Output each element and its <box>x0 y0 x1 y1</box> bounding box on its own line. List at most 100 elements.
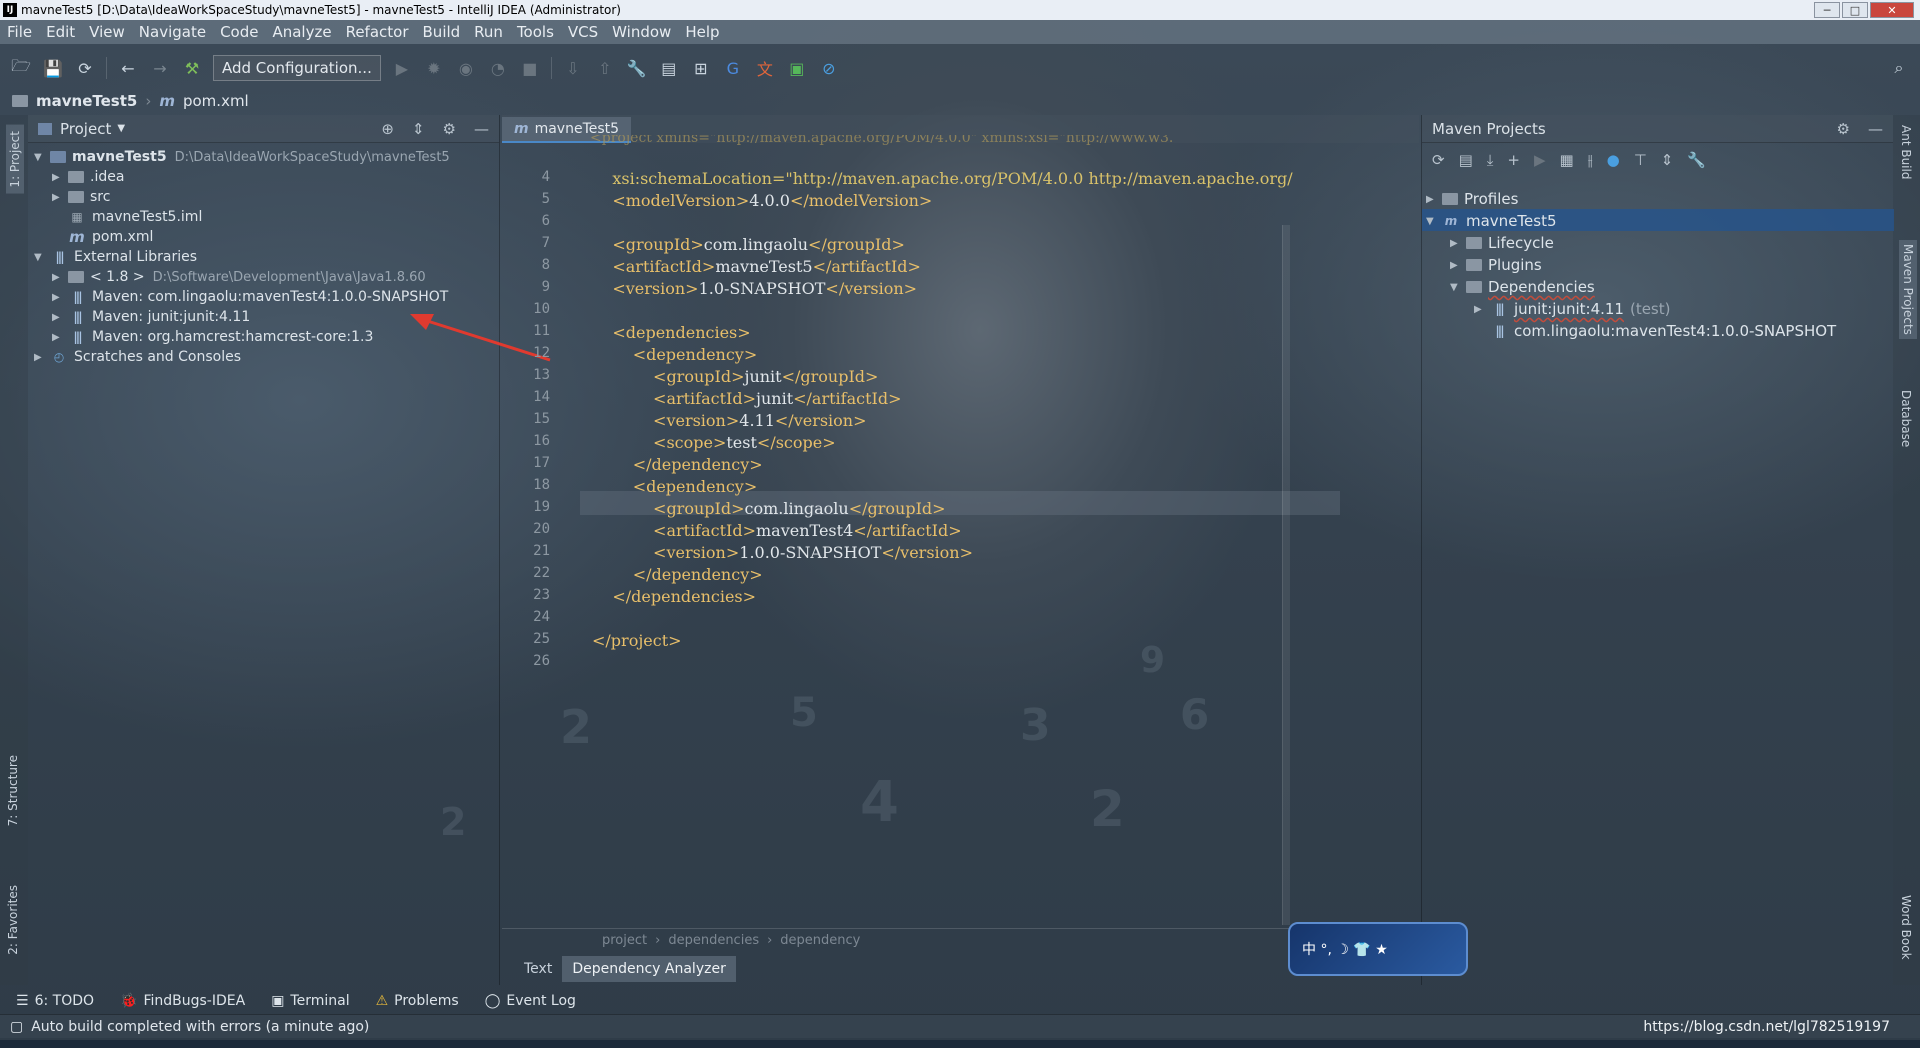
back-arrow-icon[interactable]: ← <box>117 57 139 79</box>
collapsed-arrow-icon[interactable]: ▶ <box>52 332 68 343</box>
sdk-manager-icon[interactable]: ⊞ <box>690 57 712 79</box>
add-icon[interactable]: + <box>1507 151 1520 169</box>
maven-tree-plugins[interactable]: ▶ Plugins <box>1450 253 1542 277</box>
locate-target-icon[interactable]: ⊕ <box>381 120 394 138</box>
collapsed-arrow-icon[interactable]: ▶ <box>52 312 68 323</box>
expanded-arrow-icon[interactable]: ▼ <box>1426 216 1442 227</box>
run-icon[interactable]: ▶ <box>391 57 413 79</box>
terminal-tool-button[interactable]: ▣ Terminal <box>271 993 349 1009</box>
tree-item-scratches[interactable]: ▶ ◴ Scratches and Consoles <box>34 345 241 369</box>
translate-alt-icon[interactable]: 文 <box>754 57 776 79</box>
collapsed-arrow-icon[interactable]: ▶ <box>52 172 68 183</box>
word-book-tool-tab[interactable]: Word Book <box>1899 895 1913 960</box>
maven-tree-project[interactable]: ▼ m mavneTest5 <box>1426 209 1557 233</box>
maximize-button[interactable]: □ <box>1842 2 1868 18</box>
breadcrumb-file[interactable]: pom.xml <box>183 92 249 110</box>
event-log-tool-button[interactable]: ◯ Event Log <box>485 993 576 1009</box>
chevron-down-icon[interactable]: ▼ <box>117 123 125 134</box>
problems-tool-button[interactable]: ⚠ Problems <box>376 993 459 1009</box>
maven-tree-dependencies[interactable]: ▼ Dependencies <box>1450 275 1595 299</box>
maven-tree-lifecycle[interactable]: ▶ Lifecycle <box>1450 231 1554 255</box>
project-tool-tab[interactable]: 1: Project <box>6 125 24 194</box>
status-message[interactable]: Auto build completed with errors (a minu… <box>31 1019 369 1035</box>
reimport-icon[interactable]: ⟳ <box>1432 151 1445 169</box>
menu-help[interactable]: Help <box>678 23 726 41</box>
code-area[interactable]: xsi:schemaLocation="http://maven.apache.… <box>502 115 1293 915</box>
expanded-arrow-icon[interactable]: ▼ <box>1450 282 1466 293</box>
search-everywhere-icon[interactable]: ⌕ <box>1888 57 1910 79</box>
vcs-update-icon[interactable]: ⇩ <box>562 57 584 79</box>
monitor-icon[interactable]: ▣ <box>786 57 808 79</box>
expanded-arrow-icon[interactable]: ▼ <box>34 152 50 163</box>
favorites-tool-tab[interactable]: 2: Favorites <box>6 885 20 955</box>
collapse-all-icon[interactable]: ⇕ <box>412 120 425 138</box>
tab-text[interactable]: Text <box>514 956 562 982</box>
settings-wrench-icon[interactable]: 🔧 <box>626 57 648 79</box>
menu-run[interactable]: Run <box>467 23 510 41</box>
project-structure-icon[interactable]: ▤ <box>658 57 680 79</box>
collapsed-arrow-icon[interactable]: ▶ <box>34 352 50 363</box>
menu-view[interactable]: View <box>82 23 132 41</box>
profile-icon[interactable]: ◔ <box>487 57 509 79</box>
run-maven-icon[interactable]: ▶ <box>1534 151 1546 169</box>
database-tool-tab[interactable]: Database <box>1899 390 1913 447</box>
status-toggle-icon[interactable]: ▢ <box>10 1019 23 1035</box>
add-configuration-button[interactable]: Add Configuration... <box>213 55 381 81</box>
maven-settings-wrench-icon[interactable]: 🔧 <box>1687 151 1706 169</box>
coverage-icon[interactable]: ◉ <box>455 57 477 79</box>
todo-tool-button[interactable]: ☰ 6: TODO <box>16 993 94 1009</box>
menu-vcs[interactable]: VCS <box>561 23 605 41</box>
save-all-icon[interactable]: 💾 <box>42 57 64 79</box>
breadcrumb-project[interactable]: mavneTest5 <box>36 92 137 110</box>
disabled-circle-icon[interactable]: ⊘ <box>818 57 840 79</box>
stop-icon[interactable]: ■ <box>519 57 541 79</box>
build-hammer-icon[interactable]: ⚒ <box>181 57 203 79</box>
menu-code[interactable]: Code <box>213 23 265 41</box>
generate-sources-icon[interactable]: ▤ <box>1459 151 1473 169</box>
show-dependencies-icon[interactable]: ⊤ <box>1634 151 1647 169</box>
gear-icon[interactable]: ⚙ <box>1837 120 1850 138</box>
translate-icon[interactable]: G <box>722 57 744 79</box>
forward-arrow-icon[interactable]: → <box>149 57 171 79</box>
maven-tree-dependency[interactable]: ||| com.lingaolu:mavenTest4:1.0.0-SNAPSH… <box>1490 319 1836 343</box>
menu-analyze[interactable]: Analyze <box>265 23 338 41</box>
collapsed-arrow-icon[interactable]: ▶ <box>52 272 68 283</box>
maven-tree-profiles[interactable]: ▶ Profiles <box>1426 187 1518 211</box>
sync-icon[interactable]: ⟳ <box>74 57 96 79</box>
menu-edit[interactable]: Edit <box>39 23 82 41</box>
tab-dependency-analyzer[interactable]: Dependency Analyzer <box>562 956 736 982</box>
expanded-arrow-icon[interactable]: ▼ <box>34 252 50 263</box>
collapsed-arrow-icon[interactable]: ▶ <box>52 192 68 203</box>
debug-icon[interactable]: ✹ <box>423 57 445 79</box>
skip-tests-icon[interactable]: ● <box>1607 151 1620 169</box>
maven-projects-tool-tab[interactable]: Maven Projects <box>1899 240 1917 339</box>
collapse-all-icon[interactable]: ⇕ <box>1661 151 1674 169</box>
menu-build[interactable]: Build <box>416 23 468 41</box>
findbugs-tool-button[interactable]: 🐞 FindBugs-IDEA <box>120 993 245 1009</box>
menu-file[interactable]: File <box>0 23 39 41</box>
minimize-button[interactable]: ─ <box>1814 2 1840 18</box>
open-folder-icon[interactable]: 🗁 <box>10 56 32 79</box>
hide-panel-icon[interactable]: — <box>474 120 489 138</box>
download-icon[interactable]: ⤓ <box>1487 151 1494 169</box>
close-window-button[interactable]: ✕ <box>1870 2 1914 18</box>
gear-icon[interactable]: ⚙ <box>443 120 456 138</box>
execute-goal-icon[interactable]: ▦ <box>1560 151 1574 169</box>
crumb-project[interactable]: project <box>602 933 647 948</box>
ime-toolbar[interactable]: 中 °, ☽ 👕 ★ <box>1288 922 1468 976</box>
collapsed-arrow-icon[interactable]: ▶ <box>1450 260 1466 271</box>
editor-scrollbar[interactable] <box>1282 225 1290 925</box>
menu-window[interactable]: Window <box>605 23 678 41</box>
crumb-dependencies[interactable]: dependencies <box>668 933 759 948</box>
collapsed-arrow-icon[interactable]: ▶ <box>1474 304 1490 315</box>
menu-tools[interactable]: Tools <box>510 23 561 41</box>
menu-navigate[interactable]: Navigate <box>132 23 213 41</box>
structure-tool-tab[interactable]: 7: Structure <box>6 755 20 826</box>
collapsed-arrow-icon[interactable]: ▶ <box>1426 194 1442 205</box>
maven-tree-dependency[interactable]: ▶ ||| junit:junit:4.11 (test) <box>1474 297 1670 321</box>
menu-refactor[interactable]: Refactor <box>339 23 416 41</box>
toggle-offline-icon[interactable]: ⫲ <box>1588 151 1593 169</box>
vcs-commit-icon[interactable]: ⇧ <box>594 57 616 79</box>
hide-panel-icon[interactable]: — <box>1868 120 1883 138</box>
ant-build-tool-tab[interactable]: Ant Build <box>1899 125 1913 179</box>
